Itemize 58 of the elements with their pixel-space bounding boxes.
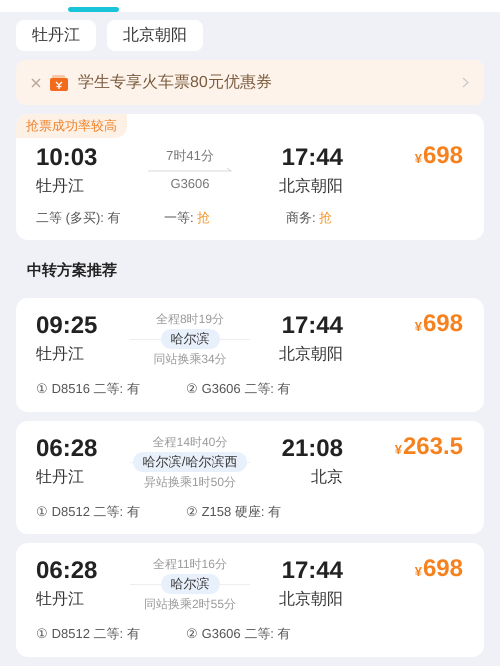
train-leg: ② G3606 二等: 有 (186, 625, 290, 643)
tag-label: 抢票成功率较高 (16, 114, 127, 138)
section-heading: 中转方案推荐 (26, 260, 118, 280)
train-leg: ① D8512 二等: 有 (36, 502, 141, 520)
transfer-station-pill: 哈尔滨 (160, 329, 220, 349)
price: 698 (422, 144, 463, 168)
transfer-card[interactable]: 09:25 牡丹江 全程8时19分 哈尔滨 同站换乘34分 17:44 北京朝阳 ¥698 ① D8516 二等: 有 ② G3606 二等: 有 (16, 298, 484, 412)
total-duration: 全程11时16分 (153, 556, 227, 572)
departure-station: 牡丹江 (36, 345, 85, 365)
promo-text: 学生专享火车票80元优惠券 (78, 72, 273, 92)
arrival-time: 17:44 (282, 312, 343, 340)
transfer-card[interactable]: 06:28 牡丹江 全程14时40分 哈尔滨/哈尔滨西 异站换乘1时50分 21:08 北京 ¥263.5 ① D8512 二等: 有 ② Z158 硬座: 有 (16, 420, 484, 534)
train-card[interactable]: 抢票成功率较高 10:03 牡丹江 7时41分 G3606 17:44 北京朝阳 ¥698 二等 (多买): 有 一等: 抢 商务: 抢 (16, 114, 484, 240)
departure-time: 06:28 (36, 557, 98, 585)
coupon-icon (50, 74, 68, 92)
total-duration: 全程8时19分 (156, 311, 224, 327)
train-leg: ② G3606 二等: 有 (186, 380, 290, 398)
arrival-station: 北京朝阳 (279, 590, 343, 610)
price: 263.5 (402, 434, 463, 458)
duration: 7时41分 (166, 147, 214, 165)
train-number: G3606 (170, 174, 210, 192)
transfer-note: 同站换乘34分 (153, 351, 227, 367)
station-chip[interactable]: 北京朝阳 (107, 20, 203, 51)
seat-availability: 一等: 抢 (164, 209, 212, 227)
seat-availability: 商务: 抢 (286, 209, 332, 227)
currency-symbol: ¥ (414, 150, 422, 168)
transfer-card[interactable]: 06:28 牡丹江 全程11时16分 哈尔滨 同站换乘2时55分 17:44 北京朝阳 ¥698 ① D8512 二等: 有 ② G3606 二等: 有 (16, 543, 484, 656)
currency-symbol: ¥ (414, 318, 422, 336)
price: 698 (422, 557, 463, 581)
transfer-station-pill: 哈尔滨 (160, 574, 220, 594)
departure-time: 09:25 (36, 312, 98, 340)
currency-symbol: ¥ (394, 440, 402, 458)
departure-station: 牡丹江 (36, 468, 85, 488)
station-chip[interactable]: 牡丹江 (16, 20, 96, 51)
arrival-time: 17:44 (282, 144, 343, 172)
transfer-note: 异站换乘1时50分 (144, 474, 236, 490)
price: 698 (422, 312, 463, 336)
departure-station: 牡丹江 (36, 177, 85, 197)
seat-availability: 二等 (多买): 有 (36, 209, 122, 227)
arrival-time: 21:08 (282, 434, 343, 462)
arrival-station: 北京朝阳 (279, 176, 343, 197)
close-icon[interactable] (31, 78, 41, 88)
transfer-note: 同站换乘2时55分 (144, 596, 236, 612)
arrival-station: 北京朝阳 (279, 344, 343, 365)
departure-station: 牡丹江 (36, 590, 85, 610)
chevron-right-icon (462, 77, 469, 88)
tab-indicator (68, 7, 119, 12)
total-duration: 全程14时40分 (152, 434, 228, 450)
arrival-time: 17:44 (282, 557, 343, 585)
departure-time: 10:03 (36, 144, 98, 172)
currency-symbol: ¥ (414, 563, 422, 581)
promo-banner[interactable]: 学生专享火车票80元优惠券 (16, 60, 484, 105)
train-leg: ① D8516 二等: 有 (36, 380, 141, 398)
arrival-station: 北京 (311, 468, 343, 488)
departure-time: 06:28 (36, 434, 98, 462)
train-leg: ② Z158 硬座: 有 (186, 502, 282, 520)
transfer-station-pill: 哈尔滨/哈尔滨西 (132, 452, 248, 472)
train-leg: ① D8512 二等: 有 (36, 625, 141, 643)
